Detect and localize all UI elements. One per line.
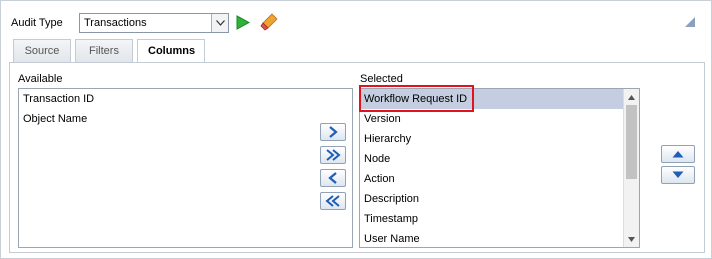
move-all-left-icon	[325, 195, 340, 207]
eraser-icon[interactable]	[260, 13, 278, 31]
list-item[interactable]: Description	[360, 189, 623, 209]
scroll-down-icon[interactable]	[624, 232, 639, 246]
move-up-icon	[672, 151, 684, 158]
move-down-icon	[672, 171, 684, 178]
move-all-right-button[interactable]	[320, 146, 346, 164]
available-label: Available	[18, 73, 63, 85]
list-item[interactable]: Node	[360, 149, 623, 169]
move-up-button[interactable]	[661, 145, 695, 163]
list-item[interactable]: Hierarchy	[360, 129, 623, 149]
scroll-thumb[interactable]	[626, 105, 637, 179]
move-all-right-icon	[326, 149, 341, 161]
available-list[interactable]: Transaction ID Object Name	[18, 88, 353, 248]
audit-type-value: Transactions	[84, 17, 147, 29]
tab-source[interactable]: Source	[13, 39, 71, 62]
tab-filters[interactable]: Filters	[75, 39, 133, 62]
scroll-up-icon[interactable]	[624, 90, 639, 104]
tab-columns[interactable]: Columns	[137, 39, 205, 63]
list-item[interactable]: Version	[360, 109, 623, 129]
move-left-button[interactable]	[320, 169, 346, 187]
list-item[interactable]: Transaction ID	[19, 89, 352, 109]
list-item[interactable]: Timestamp	[360, 209, 623, 229]
tab-source-label: Source	[24, 45, 60, 57]
chevron-down-icon[interactable]	[211, 14, 228, 32]
audit-panel: Audit Type Transactions Source Filters C…	[0, 0, 712, 259]
highlight-box	[359, 85, 474, 112]
selected-label: Selected	[360, 73, 403, 85]
tab-filters-label: Filters	[89, 45, 119, 57]
move-right-button[interactable]	[320, 123, 346, 141]
play-icon[interactable]	[234, 13, 252, 31]
audit-type-label: Audit Type	[11, 17, 63, 29]
move-left-icon	[328, 172, 337, 184]
list-item[interactable]: User Name	[360, 229, 623, 247]
tab-columns-label: Columns	[148, 45, 196, 57]
columns-content: Available Transaction ID Object Name Sel…	[9, 62, 705, 253]
move-right-icon	[329, 126, 338, 138]
collapse-icon[interactable]	[685, 17, 695, 30]
list-item[interactable]: Object Name	[19, 109, 352, 129]
audit-type-select[interactable]: Transactions	[79, 13, 229, 33]
selected-list[interactable]: Workflow Request ID Version Hierarchy No…	[359, 88, 640, 248]
move-all-left-button[interactable]	[320, 192, 346, 210]
list-item[interactable]: Action	[360, 169, 623, 189]
selected-scrollbar[interactable]	[623, 89, 639, 247]
move-down-button[interactable]	[661, 166, 695, 184]
